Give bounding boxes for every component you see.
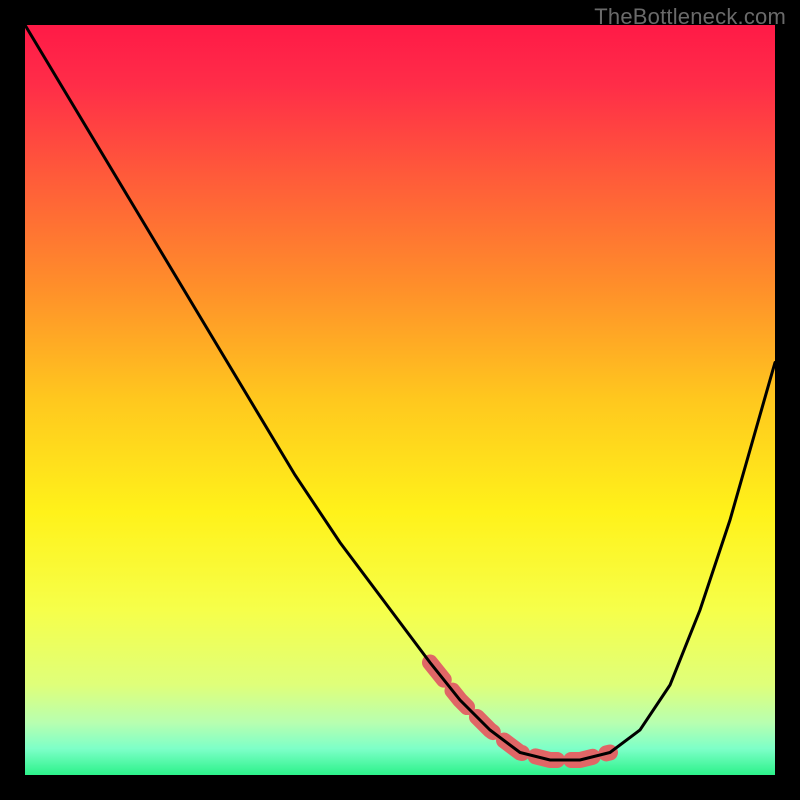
watermark-text: TheBottleneck.com bbox=[594, 4, 786, 30]
chart-svg bbox=[25, 25, 775, 775]
plot-area bbox=[25, 25, 775, 775]
gradient-background bbox=[25, 25, 775, 775]
